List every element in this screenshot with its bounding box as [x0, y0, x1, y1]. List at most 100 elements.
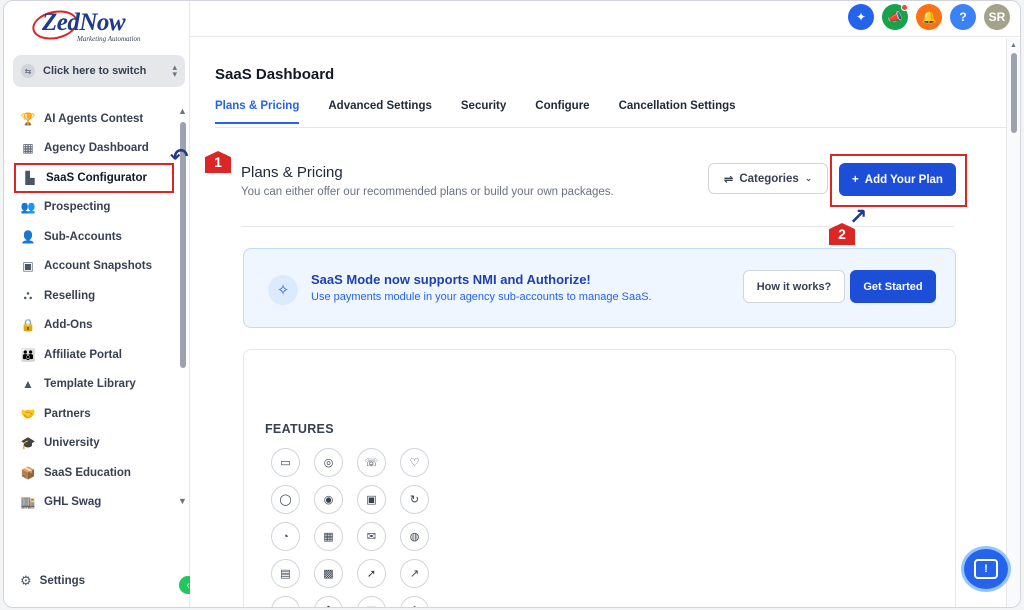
sidebar-item-label: Add-Ons — [44, 319, 93, 332]
scroll-up-arrow-icon[interactable]: ▲ — [178, 106, 187, 116]
sidebar-item-label: Partners — [44, 407, 91, 420]
announcements-button[interactable]: 📣 — [882, 4, 908, 30]
sidebar-item-template-library[interactable]: ▲ Template Library — [14, 370, 174, 400]
sidebar-nav: 🏆 AI Agents Contest ▦ Agency Dashboard ▙ SaaS… — [14, 104, 174, 517]
chevron-down-icon: ⌄ — [804, 173, 813, 183]
user-avatar[interactable]: SR — [984, 4, 1010, 30]
phone-icon: ☏ — [357, 448, 386, 477]
top-bar: ✦ 📣 🔔 ? SR — [190, 1, 1020, 37]
group-icon: 👪 — [20, 347, 36, 362]
grid-icon: ✣ — [314, 596, 343, 607]
bulb-icon: ♡ — [400, 448, 429, 477]
sidebar-item-add-ons[interactable]: 🔒 Add-Ons — [14, 311, 174, 341]
scroll-up-arrow-icon[interactable]: ▲ — [1010, 42, 1017, 49]
categories-dropdown[interactable]: ⇌ Categories ⌄ — [708, 163, 828, 194]
switcher-label: Click here to switch — [43, 65, 147, 77]
sidebar-item-saas-education[interactable]: 📦 SaaS Education — [14, 458, 174, 488]
logo-brand-text: ZedNow — [42, 9, 126, 36]
chevron-updown-icon: ▴ ▾ — [172, 62, 177, 79]
sidebar-item-agency-dashboard[interactable]: ▦ Agency Dashboard — [14, 134, 174, 164]
sidebar-item-affiliate-portal[interactable]: 👪 Affiliate Portal — [14, 340, 174, 370]
support-chat-button[interactable]: ! — [964, 549, 1008, 589]
help-button[interactable]: ? — [950, 4, 976, 30]
dashboard-icon: ▦ — [22, 141, 34, 156]
calendar-icon: ▦ — [314, 522, 343, 551]
cursor-icon: ➚ — [357, 559, 386, 588]
tab-configure[interactable]: Configure — [535, 100, 589, 124]
page-title: SaaS Dashboard — [215, 66, 335, 83]
sidebar-item-account-snapshots[interactable]: ▣ Account Snapshots — [14, 252, 174, 282]
get-started-button[interactable]: Get Started — [850, 270, 936, 303]
sidebar-item-sub-accounts[interactable]: 👤 Sub-Accounts — [14, 222, 174, 252]
account-switcher[interactable]: ⇆ Click here to switch ▴ ▾ — [13, 55, 185, 87]
tabs-divider — [215, 127, 1006, 128]
sidebar-item-ai-agents-contest[interactable]: 🏆 AI Agents Contest — [14, 104, 174, 134]
box-icon: 📦 — [20, 465, 36, 480]
brand-logo: ZedNow Marketing Automation — [29, 6, 172, 47]
layout-icon: ▤ — [271, 559, 300, 588]
logo-tagline: Marketing Automation — [77, 35, 141, 43]
sidebar-item-label: Account Snapshots — [44, 260, 152, 273]
bar-chart-icon: ▙ — [25, 170, 35, 185]
sidebar: ZedNow Marketing Automation ⇆ Click here… — [4, 1, 197, 607]
tab-cancellation-settings[interactable]: Cancellation Settings — [619, 100, 736, 124]
tab-bar: Plans & Pricing Advanced Settings Security… — [215, 100, 736, 124]
sidebar-item-settings[interactable]: ⚙ Settings — [20, 573, 85, 589]
sidebar-item-label: SaaS Education — [44, 466, 131, 479]
shapes-icon: ▲ — [22, 377, 34, 392]
add-plan-highlight: + Add Your Plan — [830, 154, 967, 207]
add-your-plan-button[interactable]: + Add Your Plan — [839, 163, 956, 196]
saas-mode-banner: ✧ SaaS Mode now supports NMI and Authori… — [243, 248, 956, 328]
sidebar-item-partners[interactable]: 🤝 Partners — [14, 399, 174, 429]
banner-title: SaaS Mode now supports NMI and Authorize… — [311, 272, 591, 287]
avatar-initials: SR — [988, 10, 1006, 24]
banner-subtitle: Use payments module in your agency sub-a… — [311, 291, 652, 303]
sidebar-item-label: University — [44, 437, 100, 450]
comment-icon: ◯ — [271, 485, 300, 514]
main-scroll-thumb[interactable] — [1011, 53, 1017, 133]
chat-bubble-icon: ! — [974, 559, 998, 579]
quick-actions-button[interactable]: ✦ — [848, 4, 874, 30]
tab-advanced-settings[interactable]: Advanced Settings — [328, 100, 432, 124]
trend-icon: ↗ — [400, 559, 429, 588]
how-it-works-button[interactable]: How it works? — [743, 270, 845, 303]
whatsapp-icon: ◍ — [400, 522, 429, 551]
sidebar-item-saas-configurator[interactable]: ▙ SaaS Configurator — [14, 163, 174, 193]
section-title: Plans & Pricing — [241, 164, 343, 181]
sidebar-item-university[interactable]: 🎓 University — [14, 429, 174, 459]
inbox-icon: ▣ — [357, 485, 386, 514]
sidebar-item-prospecting[interactable]: 👥 Prospecting — [14, 193, 174, 223]
sidebar-item-label: Reselling — [44, 289, 96, 302]
save-icon: ▣ — [357, 596, 386, 607]
sidebar-item-label: Agency Dashboard — [44, 142, 149, 155]
tab-plans-pricing[interactable]: Plans & Pricing — [215, 100, 300, 124]
sidebar-item-ghl-swag[interactable]: 🏬 GHL Swag — [14, 488, 174, 518]
sidebar-item-label: Sub-Accounts — [44, 230, 122, 243]
trophy-icon: 🏆 — [20, 111, 36, 126]
callback-icon: ↻ — [400, 485, 429, 514]
features-card: FEATURES ▭ ◎ ☏ ♡ ◯ ◉ ▣ ↻ ◔ ▦ ✉ ◍ ▤ ▩ ➚ ↗ ▯ ✣ ▣ ⇧ — [243, 349, 956, 607]
sparkle-icon: ✧ — [268, 275, 298, 305]
qr-icon: ▩ — [314, 559, 343, 588]
sidebar-item-label: GHL Swag — [44, 496, 102, 509]
users-icon: 👥 — [20, 200, 36, 215]
main-content: SaaS Dashboard Plans & Pricing Advanced S… — [190, 38, 1006, 607]
tab-security[interactable]: Security — [461, 100, 506, 124]
graduation-icon: 🎓 — [20, 436, 36, 451]
magic-wand-icon: ✦ — [855, 10, 867, 24]
features-icon-grid: ▭ ◎ ☏ ♡ ◯ ◉ ▣ ↻ ◔ ▦ ✉ ◍ ▤ ▩ ➚ ↗ ▯ ✣ ▣ ⇧ — [271, 448, 429, 607]
notification-dot — [901, 4, 908, 11]
main-scrollbar[interactable]: ▲ — [1006, 38, 1020, 607]
notifications-button[interactable]: 🔔 — [916, 4, 942, 30]
sidebar-item-reselling[interactable]: ⛬ Reselling — [14, 281, 174, 311]
categories-label: Categories — [739, 172, 799, 185]
mail-icon: ✉ — [357, 522, 386, 551]
scroll-down-arrow-icon[interactable]: ▼ — [178, 496, 187, 506]
doc-icon: ▯ — [271, 596, 300, 607]
top-bar-actions: ✦ 📣 🔔 ? SR — [848, 4, 1010, 30]
sidebar-item-label: Affiliate Portal — [44, 348, 122, 361]
add-plan-label: Add Your Plan — [864, 173, 943, 186]
megaphone-icon: 📣 — [887, 10, 903, 24]
network-icon: ⛬ — [23, 288, 33, 303]
sidebar-item-label: AI Agents Contest — [44, 112, 144, 125]
